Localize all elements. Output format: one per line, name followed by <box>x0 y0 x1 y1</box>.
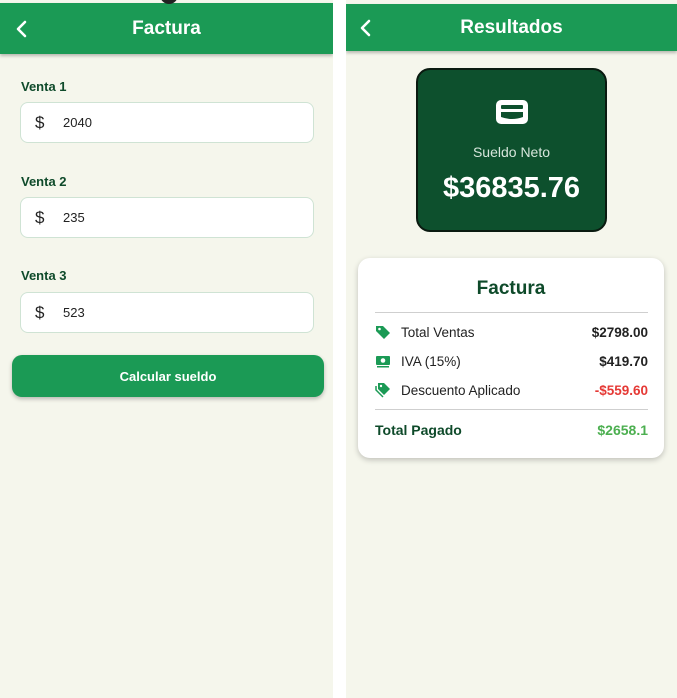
invoice-row-descuento: Descuento Aplicado -$559.60 <box>375 380 648 400</box>
venta-2-input[interactable]: $ 235 <box>20 197 314 238</box>
venta-3-label: Venta 3 <box>21 268 67 283</box>
calcular-sueldo-button[interactable]: Calcular sueldo <box>12 355 324 397</box>
venta-2-label: Venta 2 <box>21 174 67 189</box>
invoice-card: Factura Total Ventas $2798.00 IVA (15%) … <box>358 258 664 458</box>
money-icon <box>375 353 391 369</box>
invoice-row-total-ventas: Total Ventas $2798.00 <box>375 322 648 342</box>
venta-2-value: 235 <box>63 210 85 225</box>
net-salary-label: Sueldo Neto <box>472 144 551 160</box>
net-salary-value: $36835.76 <box>442 172 581 204</box>
discount-tag-icon <box>375 382 391 398</box>
app-bar: Factura <box>0 3 333 54</box>
dollar-icon: $ <box>35 302 45 322</box>
app-bar: Resultados <box>346 4 677 51</box>
invoice-title: Factura <box>476 278 546 299</box>
tag-icon <box>375 324 391 340</box>
invoice-row-iva: IVA (15%) $419.70 <box>375 351 648 371</box>
divider <box>375 409 648 410</box>
venta-1-input[interactable]: $ 2040 <box>20 102 314 143</box>
factura-screen: Factura Venta 1 $ 2040 Venta 2 $ 235 Ven… <box>0 0 333 698</box>
venta-3-input[interactable]: $ 523 <box>20 292 314 333</box>
divider <box>375 312 648 313</box>
total-amount: $2658.1 <box>597 422 648 438</box>
row-amount: -$559.60 <box>594 382 648 398</box>
venta-3-value: 523 <box>63 305 85 320</box>
total-label: Total Pagado <box>375 422 462 438</box>
dollar-icon: $ <box>35 112 45 132</box>
dollar-icon: $ <box>35 207 45 227</box>
venta-1-label: Venta 1 <box>21 79 67 94</box>
resultados-screen: Resultados Sueldo Neto $36835.76 Factura… <box>346 0 677 698</box>
row-label: Descuento Aplicado <box>401 382 521 398</box>
wallet-icon <box>496 100 528 124</box>
row-label: Total Ventas <box>401 324 475 340</box>
net-salary-card: Sueldo Neto $36835.76 <box>416 68 607 232</box>
venta-1-value: 2040 <box>63 115 92 130</box>
row-amount: $419.70 <box>599 353 648 369</box>
row-label: IVA (15%) <box>401 353 461 369</box>
row-amount: $2798.00 <box>591 324 648 340</box>
invoice-total-row: Total Pagado $2658.1 <box>375 420 648 440</box>
page-title: Factura <box>132 17 201 39</box>
page-title: Resultados <box>460 16 563 38</box>
